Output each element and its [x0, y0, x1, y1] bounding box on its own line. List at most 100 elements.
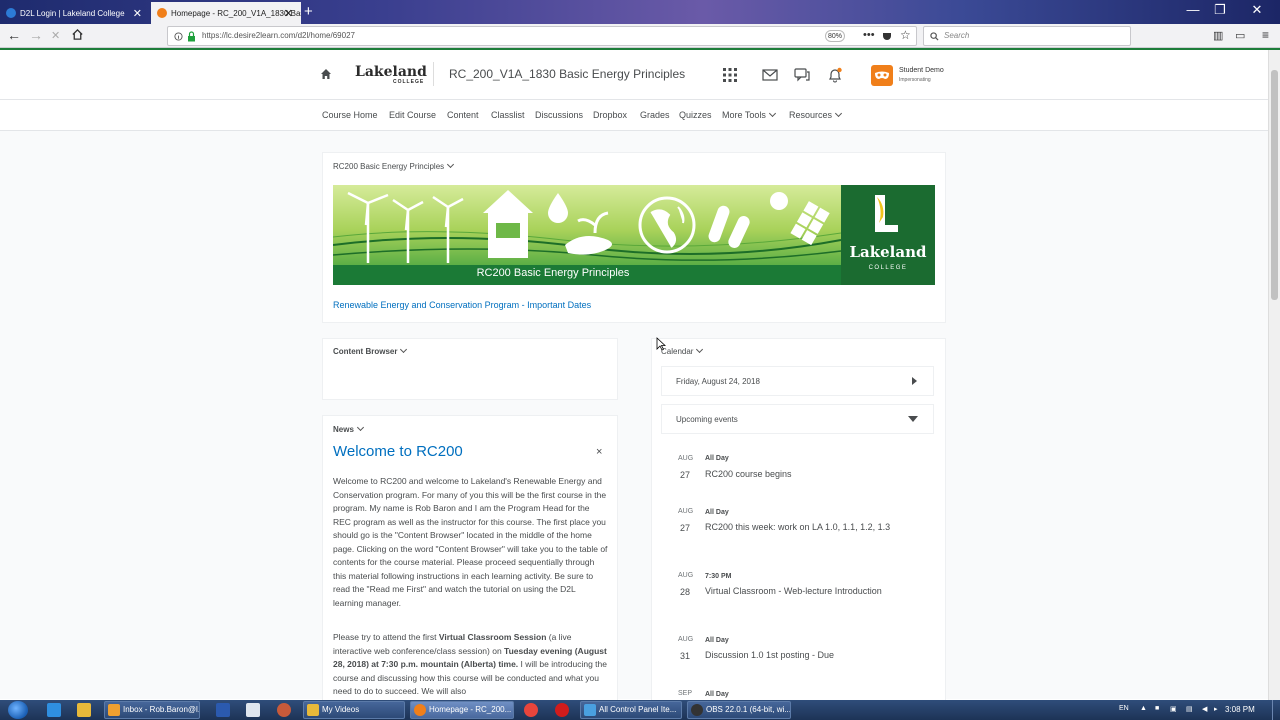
notepad-icon[interactable] — [246, 703, 260, 717]
nav-dropbox[interactable]: Dropbox — [593, 110, 627, 120]
widget-title-text: News — [333, 425, 354, 434]
event-title[interactable]: RC200 course begins — [705, 468, 895, 481]
show-hidden-icons-icon[interactable]: ▲ — [1140, 705, 1147, 712]
sidebar-icon[interactable]: ▭ — [1235, 29, 1245, 42]
event-day: 31 — [680, 651, 691, 661]
taskbar-my-videos[interactable]: My Videos — [303, 701, 405, 719]
taskbar-label: All Control Panel Ite... — [599, 705, 677, 714]
user-name[interactable]: Student Demo — [899, 67, 944, 74]
course-banner-image: Lakeland COLLEGE RC200 Basic Energy Prin… — [333, 185, 935, 285]
action-center-icon[interactable]: ▣ — [1170, 705, 1177, 713]
menu-icon[interactable]: ≡ — [1262, 28, 1269, 42]
language-indicator[interactable]: EN — [1119, 705, 1129, 712]
user-avatar[interactable] — [871, 65, 893, 86]
minimize-button[interactable]: — — [1178, 0, 1208, 22]
course-widget-title[interactable]: RC200 Basic Energy Principles — [333, 160, 455, 171]
chrome-icon[interactable] — [524, 703, 538, 717]
opera-icon[interactable] — [555, 703, 569, 717]
event-day: 27 — [680, 470, 691, 480]
browser-tab-login[interactable]: D2L Login | Lakeland College ✕ — [0, 2, 150, 24]
nav-quizzes[interactable]: Quizzes — [679, 110, 712, 120]
news-title[interactable]: News — [333, 423, 364, 434]
taskbar-obs[interactable]: OBS 22.0.1 (64-bit, wi... — [687, 701, 791, 719]
volume-icon[interactable]: ◀ — [1202, 705, 1207, 713]
calendar-title[interactable]: Calendar — [661, 345, 704, 356]
taskbar-firefox[interactable]: Homepage - RC_200... — [410, 701, 514, 719]
page-scrollbar[interactable] — [1268, 50, 1280, 700]
folder-icon — [307, 704, 319, 716]
collapse-arrow-icon[interactable] — [908, 416, 918, 422]
notification-bell-icon[interactable] — [827, 67, 843, 83]
flag-icon[interactable]: ▸ — [1214, 705, 1218, 713]
library-icon[interactable]: ▥ — [1213, 29, 1223, 42]
close-tab-icon[interactable]: ✕ — [133, 7, 142, 20]
info-icon[interactable] — [174, 32, 183, 41]
nav-course-home[interactable]: Course Home — [322, 110, 378, 120]
nav-grades[interactable]: Grades — [640, 110, 670, 120]
important-dates-link[interactable]: Renewable Energy and Conservation Progra… — [333, 300, 591, 310]
taskbar-label: OBS 22.0.1 (64-bit, wi... — [706, 705, 791, 714]
browser-navigation-bar: ← → ✕ https://lc.desire2learn.com/d2l/ho… — [0, 24, 1280, 48]
maximize-button[interactable]: ❐ — [1205, 0, 1235, 22]
browser-tab-homepage[interactable]: Homepage - RC_200_V1A_1830 Basic ✕ — [151, 2, 301, 24]
lakeland-logo[interactable]: Lakeland COLLEGE — [355, 64, 427, 85]
bookmark-star-icon[interactable]: ☆ — [900, 28, 911, 42]
message-envelope-icon[interactable] — [762, 67, 778, 83]
event-title[interactable]: RC200 this week: work on LA 1.0, 1.1, 1.… — [705, 521, 895, 534]
search-icon — [930, 32, 939, 41]
event-title[interactable]: Virtual Classroom - Web-lecture Introduc… — [705, 585, 895, 598]
nav-content[interactable]: Content — [447, 110, 479, 120]
nav-resources[interactable]: Resources — [789, 109, 843, 120]
zoom-level[interactable]: 80% — [825, 30, 845, 42]
show-desktop-button[interactable] — [1272, 700, 1280, 720]
taskbar-outlook[interactable]: Inbox - Rob.Baron@l... — [104, 701, 200, 719]
nav-discussions[interactable]: Discussions — [535, 110, 583, 120]
close-window-button[interactable]: ✕ — [1240, 0, 1274, 22]
forward-arrow-icon[interactable]: → — [29, 27, 43, 43]
content-browser-title[interactable]: Content Browser — [333, 345, 408, 356]
course-title[interactable]: RC_200_V1A_1830 Basic Energy Principles — [449, 67, 685, 81]
d2l-favicon-icon — [157, 8, 167, 18]
home-icon[interactable] — [71, 28, 84, 41]
news-item-heading[interactable]: Welcome to RC200 — [333, 443, 463, 460]
expand-arrow-icon[interactable] — [912, 377, 917, 385]
file-explorer-icon[interactable] — [77, 703, 91, 717]
nav-edit-course[interactable]: Edit Course — [389, 110, 436, 120]
dismiss-news-close-icon[interactable]: × — [596, 446, 602, 458]
event-title[interactable]: Discussion 1.0 1st posting - Due — [705, 649, 895, 662]
event-time: All Day — [705, 455, 729, 462]
word-icon[interactable] — [216, 703, 230, 717]
event-month: SEP — [678, 690, 693, 697]
event-month: AUG — [678, 636, 694, 643]
ie-icon[interactable] — [47, 703, 61, 717]
close-tab-icon[interactable]: ✕ — [284, 7, 293, 20]
outlook-icon — [108, 704, 120, 716]
nav-more-tools[interactable]: More Tools — [722, 109, 776, 120]
pocket-icon[interactable] — [882, 31, 892, 41]
d2l-favicon-icon — [6, 8, 16, 18]
subscriptions-chat-icon[interactable] — [794, 67, 810, 83]
page-actions-icon[interactable]: ••• — [863, 29, 875, 41]
tray-app-icon[interactable]: ■ — [1155, 705, 1159, 712]
start-button-icon[interactable] — [8, 701, 28, 719]
taskbar-control-panel[interactable]: All Control Panel Ite... — [580, 701, 682, 719]
network-icon[interactable]: ▤ — [1186, 705, 1193, 713]
url-bar[interactable]: https://lc.desire2learn.com/d2l/home/690… — [167, 26, 917, 46]
new-tab-button[interactable]: + — [304, 3, 313, 20]
nav-classlist[interactable]: Classlist — [491, 110, 525, 120]
chevron-down-icon — [447, 160, 455, 169]
calendar-date-row[interactable]: Friday, August 24, 2018 — [661, 366, 934, 396]
taskbar-clock[interactable]: 3:08 PM — [1225, 705, 1255, 714]
banner-logo-text: Lakeland — [849, 243, 927, 261]
upcoming-events-header[interactable]: Upcoming events — [661, 404, 934, 434]
back-arrow-icon[interactable]: ← — [7, 27, 21, 43]
course-selector-grid-icon[interactable] — [722, 67, 738, 83]
scrollbar-thumb[interactable] — [1271, 70, 1278, 300]
media-player-icon[interactable] — [277, 703, 291, 717]
reload-icon[interactable]: ✕ — [51, 29, 60, 42]
news-text: Please try to attend the first — [333, 632, 439, 642]
home-icon[interactable] — [320, 68, 332, 80]
search-input[interactable]: Search — [923, 26, 1131, 46]
upcoming-events-label: Upcoming events — [676, 415, 738, 424]
tab-label: D2L Login | Lakeland College — [20, 8, 125, 18]
